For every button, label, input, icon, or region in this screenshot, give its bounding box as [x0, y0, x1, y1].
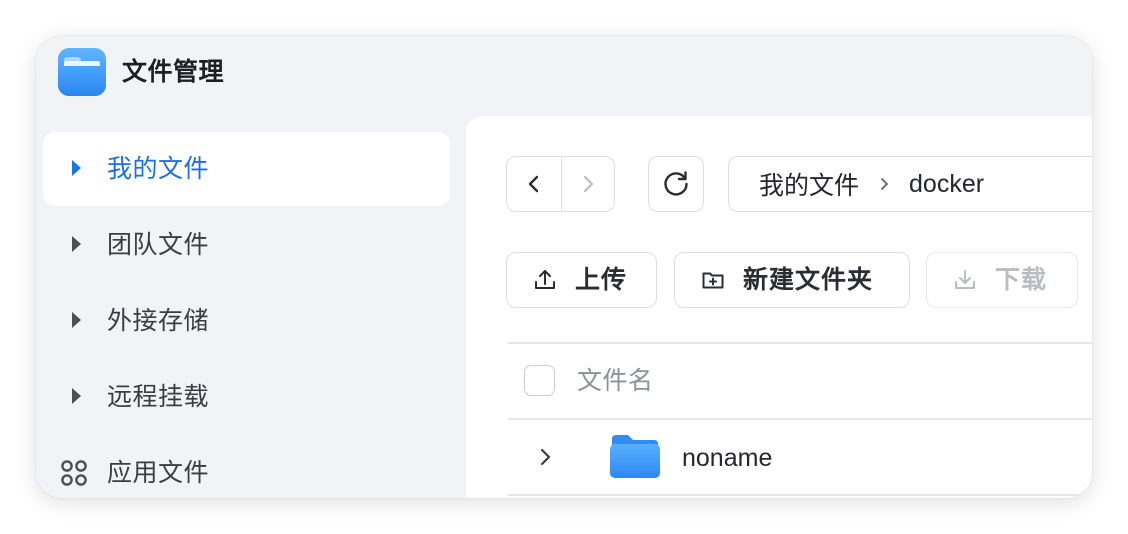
- history-nav: [506, 156, 615, 212]
- chevron-left-icon: [528, 175, 538, 193]
- app-title: 文件管理: [122, 58, 225, 86]
- sidebar-item-label: 远程挂载: [107, 383, 210, 411]
- download-label: 下载: [995, 266, 1048, 294]
- sidebar-item-external-storage[interactable]: 外接存储: [43, 284, 450, 358]
- file-list-panel: 我的文件 docker 上传 新建文件夹 下载 文件名 noname: [466, 116, 1092, 498]
- refresh-button[interactable]: [648, 156, 704, 212]
- sidebar-item-team-files[interactable]: 团队文件: [43, 208, 450, 282]
- refresh-icon: [664, 171, 688, 196]
- table-row[interactable]: noname: [508, 420, 1092, 494]
- new-folder-button[interactable]: 新建文件夹: [674, 252, 910, 308]
- upload-icon: [535, 270, 555, 289]
- select-all-checkbox[interactable]: [524, 365, 555, 396]
- sidebar-item-app-files[interactable]: 应用文件: [43, 436, 450, 498]
- new-folder-icon: [702, 272, 724, 289]
- upload-label: 上传: [575, 266, 628, 294]
- upload-button[interactable]: 上传: [506, 252, 657, 308]
- sidebar-item-my-files[interactable]: 我的文件: [43, 132, 450, 206]
- caret-right-icon: [72, 312, 81, 328]
- column-header-name[interactable]: 文件名: [577, 364, 654, 398]
- download-icon: [955, 270, 975, 289]
- chevron-right-icon: [583, 175, 593, 193]
- sidebar-item-remote-mount[interactable]: 远程挂载: [43, 360, 450, 434]
- caret-right-icon: [72, 160, 81, 176]
- chevron-right-icon[interactable]: [536, 447, 556, 467]
- sidebar-item-label: 外接存储: [107, 307, 210, 335]
- folder-app-icon: [58, 48, 106, 96]
- download-button[interactable]: 下载: [926, 252, 1078, 308]
- back-button[interactable]: [507, 157, 561, 211]
- breadcrumb: 我的文件 docker: [728, 156, 1092, 212]
- divider: [508, 342, 1092, 344]
- app-grid-icon: [61, 460, 87, 486]
- new-folder-label: 新建文件夹: [743, 266, 874, 294]
- folder-icon: [610, 435, 660, 478]
- sidebar-item-label: 团队文件: [107, 231, 210, 259]
- caret-right-icon: [72, 236, 81, 252]
- sidebar-item-label: 我的文件: [107, 155, 210, 183]
- sidebar-item-label: 应用文件: [107, 459, 210, 487]
- file-manager-window: 文件管理 我的文件 团队文件 外接存储 远程挂载 应用文件 我的文件 docke…: [36, 36, 1092, 498]
- breadcrumb-separator-icon: [879, 175, 891, 193]
- breadcrumb-item-root[interactable]: 我的文件: [759, 166, 859, 202]
- divider: [508, 494, 1092, 496]
- breadcrumb-item-current[interactable]: docker: [909, 170, 984, 199]
- forward-button[interactable]: [560, 157, 615, 211]
- file-name: noname: [682, 444, 773, 472]
- caret-right-icon: [72, 388, 81, 404]
